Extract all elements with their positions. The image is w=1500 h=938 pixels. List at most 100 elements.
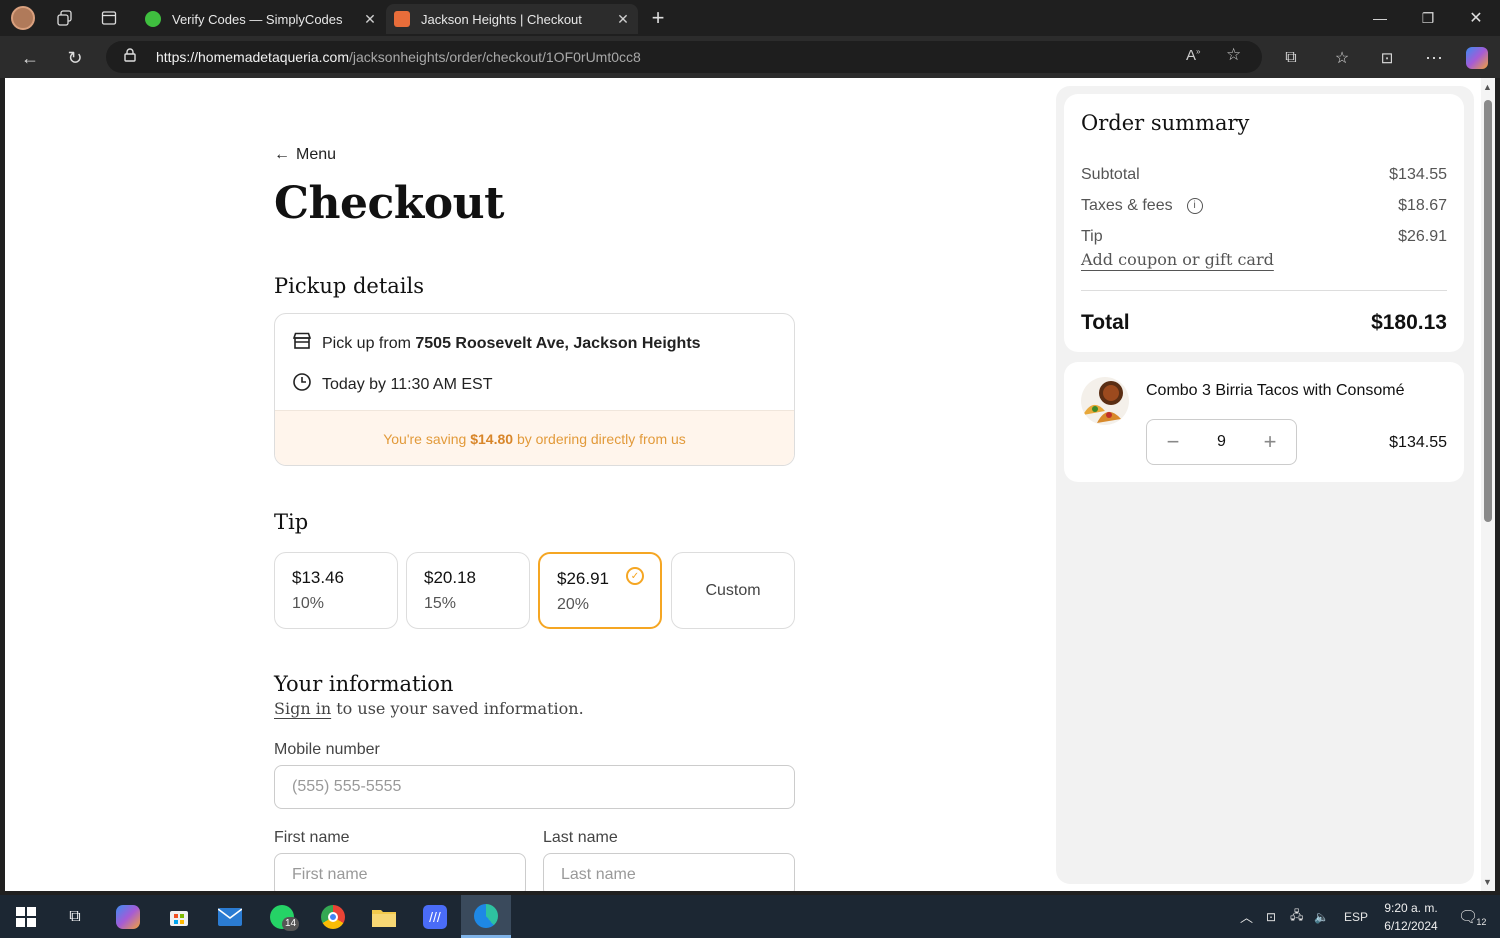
- add-coupon-link[interactable]: Add coupon or gift card: [1081, 250, 1274, 269]
- favorites-icon[interactable]: ☆: [1328, 44, 1356, 72]
- item-price: $134.55: [1389, 434, 1447, 451]
- order-summary-panel: Order summary Subtotal $134.55 Taxes & f…: [1056, 86, 1474, 884]
- new-tab-icon[interactable]: +: [646, 5, 670, 30]
- minus-icon[interactable]: −: [1165, 429, 1181, 455]
- tab-title: Verify Codes — SimplyCodes: [172, 11, 343, 27]
- workspaces-icon[interactable]: [53, 6, 77, 30]
- minimize-icon[interactable]: —: [1356, 0, 1404, 36]
- pickup-location: Pick up from 7505 Roosevelt Ave, Jackson…: [292, 332, 701, 355]
- mobile-number-input[interactable]: (555) 555-5555: [274, 765, 795, 809]
- page-scrollbar[interactable]: ▲ ▼: [1481, 78, 1495, 891]
- app-icon[interactable]: ///: [419, 901, 451, 933]
- task-view-icon[interactable]: ⧉: [59, 901, 91, 933]
- back-icon[interactable]: ←: [16, 44, 44, 72]
- tip-option-15[interactable]: $20.18 15%: [406, 552, 530, 629]
- total-value: $180.13: [1371, 311, 1447, 334]
- taskbar-clock[interactable]: 9:20 a. m. 6/12/2024: [1380, 899, 1442, 935]
- edge-icon: [474, 904, 498, 928]
- pickup-details-card: Pick up from 7505 Roosevelt Ave, Jackson…: [274, 313, 795, 466]
- network-icon[interactable]: 🖧: [1290, 895, 1303, 938]
- first-name-label: First name: [274, 829, 350, 846]
- show-hidden-icons[interactable]: ︿: [1240, 895, 1253, 938]
- pickup-time: Today by 11:30 AM EST: [292, 372, 492, 397]
- browser-tab-bar: Verify Codes — SimplyCodes ✕ Jackson Hei…: [0, 0, 1500, 36]
- extensions-icon[interactable]: ⧉: [1277, 44, 1305, 72]
- last-name-input[interactable]: Last name: [543, 853, 795, 891]
- scroll-down-icon[interactable]: ▼: [1483, 877, 1492, 887]
- checkout-page: ← Menu Checkout Pickup details Pick up f…: [5, 78, 1481, 891]
- scroll-up-icon[interactable]: ▲: [1483, 82, 1492, 92]
- simplycodes-favicon-icon: [145, 11, 161, 27]
- volume-icon[interactable]: 🔈: [1314, 895, 1329, 938]
- url-path: /jacksonheights/order/checkout/1OF0rUmt0…: [349, 49, 641, 65]
- quantity-stepper: − 9 +: [1146, 419, 1297, 465]
- cart-item-card: Combo 3 Birria Tacos with Consomé − 9 + …: [1064, 362, 1464, 482]
- url-text: https://homemadetaqueria.com/jacksonheig…: [156, 49, 641, 65]
- tip-amount: $20.18: [424, 568, 476, 587]
- order-summary-title: Order summary: [1081, 111, 1250, 135]
- notification-count: 12: [1476, 916, 1487, 927]
- copilot-taskbar-icon[interactable]: [112, 901, 144, 933]
- taxes-label: Taxes & fees: [1081, 197, 1173, 214]
- plus-icon[interactable]: +: [1262, 429, 1278, 455]
- tip-row: Tip $26.91: [1081, 228, 1447, 246]
- saving-suffix: by ordering directly from us: [516, 431, 686, 447]
- quantity-value[interactable]: 9: [1217, 433, 1226, 451]
- mail-icon[interactable]: [214, 901, 246, 933]
- mobile-number-label: Mobile number: [274, 741, 380, 758]
- signin-link[interactable]: Sign in: [274, 699, 331, 718]
- store-icon: [292, 332, 312, 355]
- url-host: https://homemadetaqueria.com: [156, 49, 349, 65]
- chrome-icon[interactable]: [317, 901, 349, 933]
- favorite-star-icon[interactable]: ☆: [1226, 45, 1241, 65]
- clock-icon: [292, 372, 312, 397]
- tip-percent: 20%: [557, 596, 590, 613]
- last-name-label: Last name: [543, 829, 618, 846]
- subtotal-value: $134.55: [1389, 166, 1447, 183]
- order-summary-card: Order summary Subtotal $134.55 Taxes & f…: [1064, 94, 1464, 352]
- total-row: Total $180.13: [1081, 311, 1447, 335]
- pickup-heading: Pickup details: [274, 274, 425, 298]
- file-explorer-icon[interactable]: [368, 901, 400, 933]
- vertical-tabs-icon[interactable]: [97, 6, 121, 30]
- close-tab-icon[interactable]: ✕: [612, 11, 634, 28]
- copilot-icon[interactable]: [1463, 44, 1491, 72]
- back-to-menu-link[interactable]: ← Menu: [274, 146, 336, 164]
- pickup-time-text: Today by 11:30 AM EST: [322, 375, 493, 393]
- your-information-heading: Your information: [274, 672, 454, 696]
- whatsapp-icon[interactable]: 14: [266, 901, 300, 933]
- screenshot-icon[interactable]: ⊡: [1373, 44, 1401, 72]
- first-name-input[interactable]: First name: [274, 853, 526, 891]
- tip-option-custom[interactable]: Custom: [671, 552, 795, 629]
- tip-percent: 10%: [292, 595, 325, 612]
- page-title: Checkout: [274, 178, 504, 229]
- tip-value: $26.91: [1398, 228, 1447, 245]
- read-aloud-icon[interactable]: A»: [1186, 47, 1200, 64]
- info-icon[interactable]: i: [1186, 197, 1203, 214]
- tip-percent: 15%: [424, 595, 457, 612]
- windows-start-icon[interactable]: [10, 901, 42, 933]
- meet-now-icon[interactable]: ⊡: [1266, 895, 1276, 938]
- microsoft-store-icon[interactable]: [163, 901, 195, 933]
- refresh-icon[interactable]: ↻: [61, 44, 89, 72]
- scrollbar-thumb[interactable]: [1484, 100, 1492, 522]
- language-indicator[interactable]: ESP: [1344, 895, 1368, 938]
- edge-taskbar-button[interactable]: [461, 895, 511, 938]
- more-menu-icon[interactable]: ⋯: [1420, 44, 1448, 72]
- restore-icon[interactable]: ❐: [1404, 0, 1452, 36]
- url-bar[interactable]: https://homemadetaqueria.com/jacksonheig…: [106, 41, 1262, 73]
- tip-option-10[interactable]: $13.46 10%: [274, 552, 398, 629]
- close-tab-icon[interactable]: ✕: [359, 11, 381, 28]
- clock-time: 9:20 a. m.: [1384, 901, 1438, 915]
- profile-avatar-icon[interactable]: [11, 6, 35, 30]
- total-label: Total: [1081, 311, 1130, 334]
- tip-option-20[interactable]: $26.91 20% ✓: [538, 552, 662, 629]
- tip-label: Tip: [1081, 228, 1103, 245]
- close-window-icon[interactable]: ✕: [1452, 0, 1500, 36]
- lock-icon[interactable]: [124, 47, 140, 67]
- notifications-icon[interactable]: 🗨 12: [1458, 895, 1486, 938]
- location-address: 7505 Roosevelt Ave, Jackson Heights: [415, 334, 701, 352]
- arrow-left-icon: ←: [274, 146, 290, 163]
- tab-verify-codes[interactable]: Verify Codes — SimplyCodes ✕: [137, 4, 385, 34]
- tab-checkout[interactable]: Jackson Heights | Checkout ✕: [386, 4, 638, 34]
